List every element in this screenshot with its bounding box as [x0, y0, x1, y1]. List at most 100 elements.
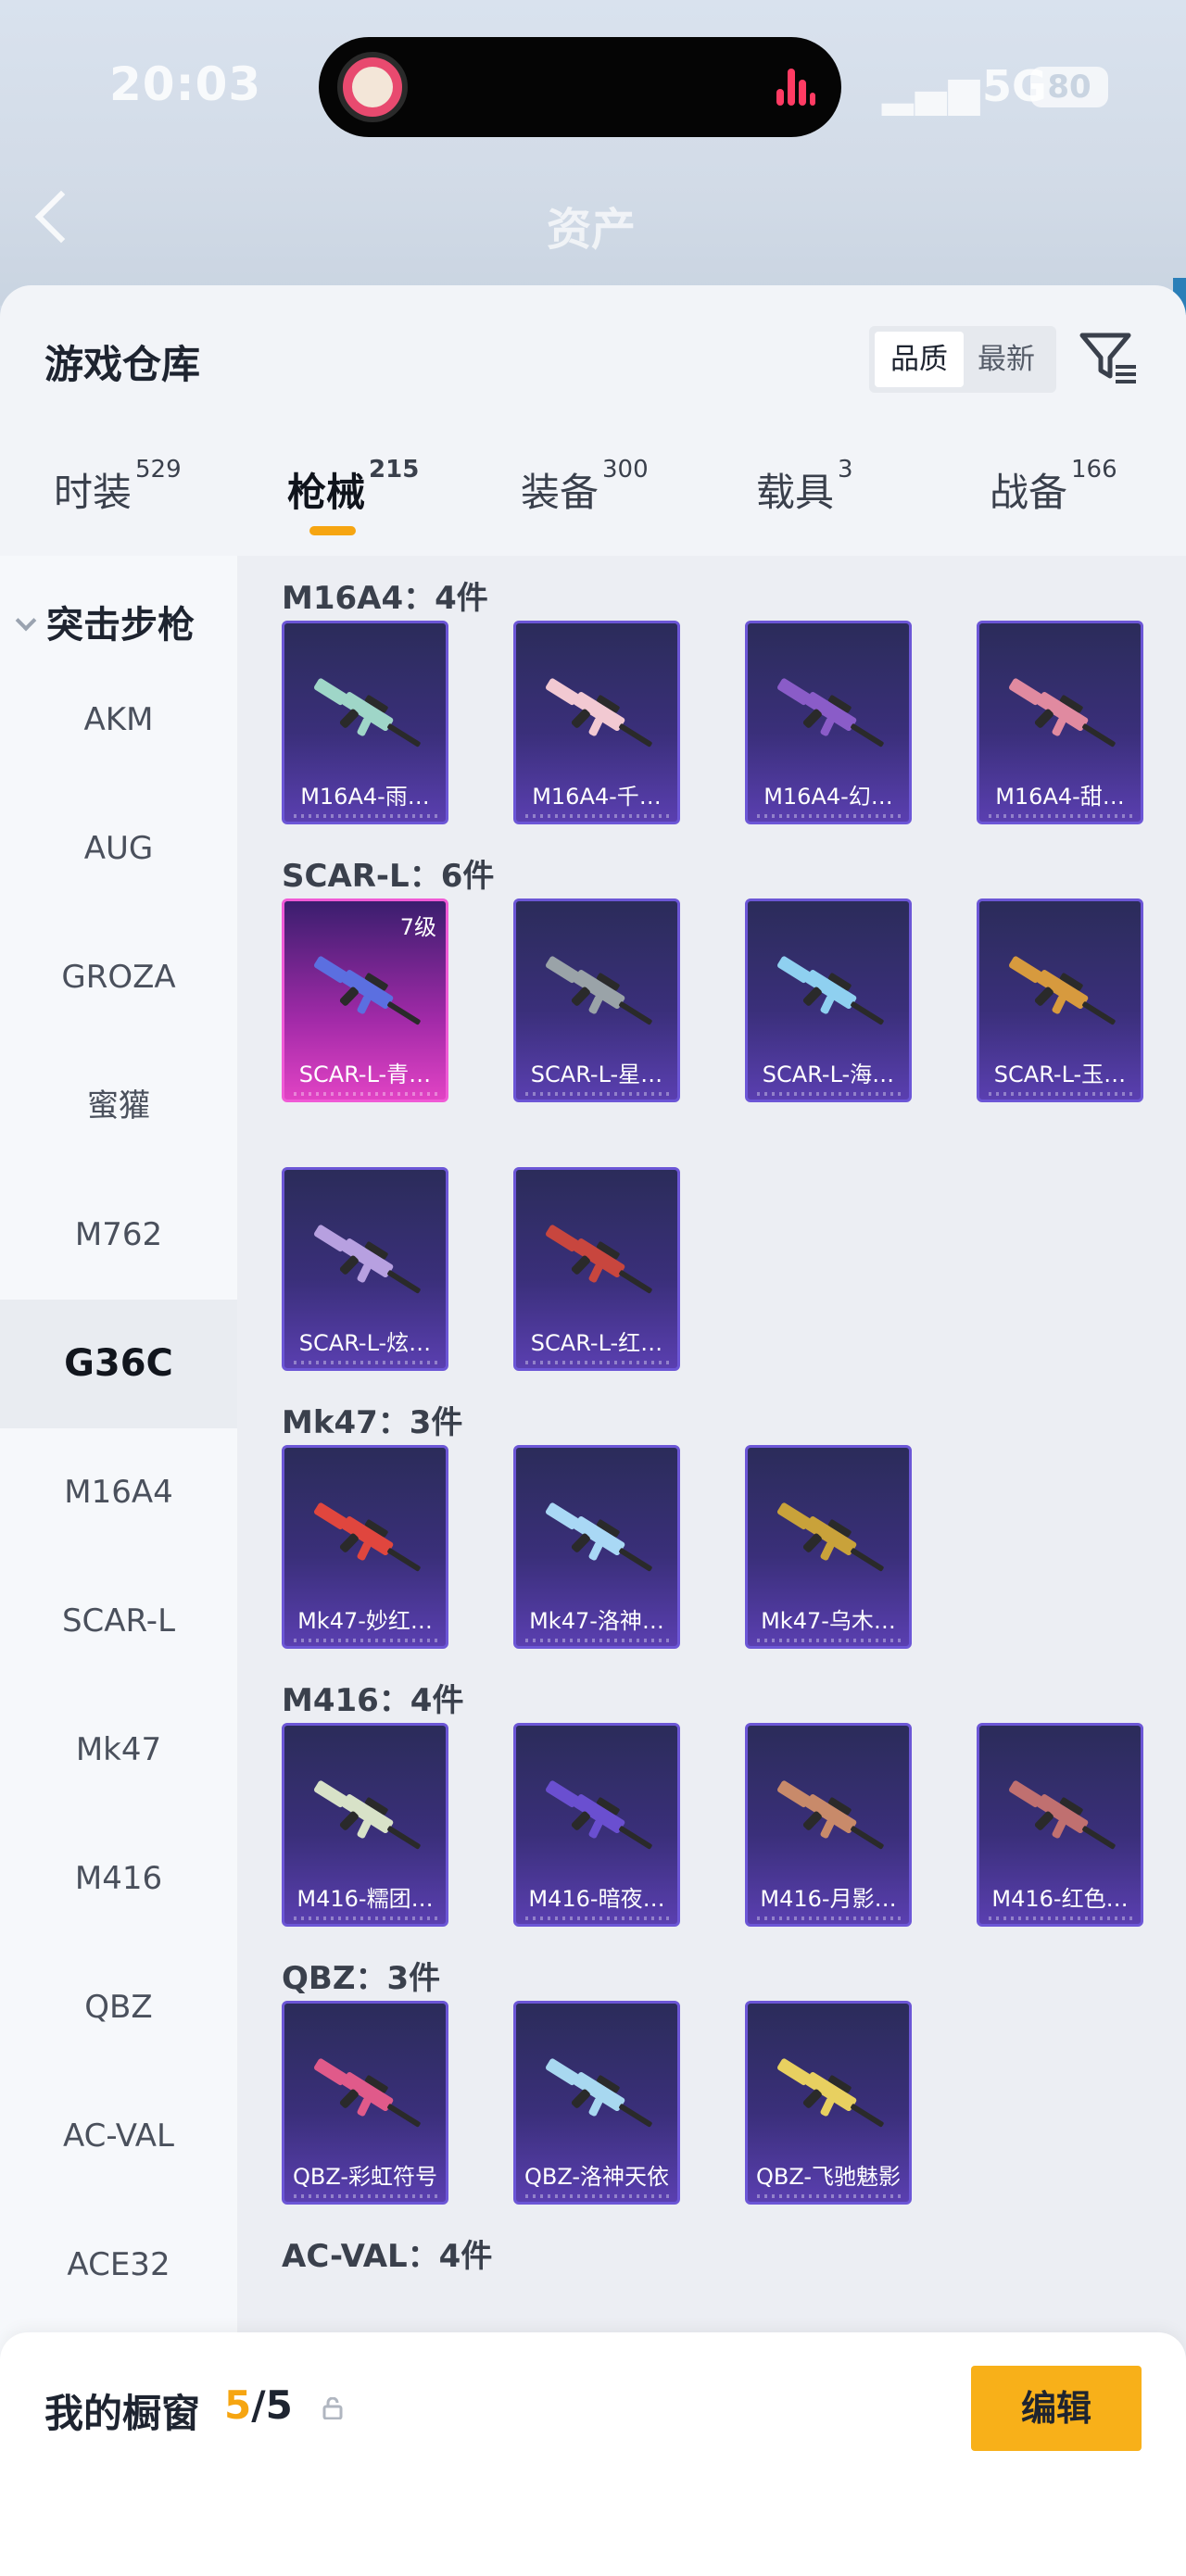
rifle-icon [776, 1502, 884, 1572]
weapon-skin-card[interactable]: SCAR-L-炫… [282, 1167, 448, 1371]
sidebar-item[interactable]: AUG [0, 785, 237, 913]
weapon-skin-card[interactable]: SCAR-L-海… [745, 898, 912, 1102]
sidebar-item[interactable]: SCAR-L [0, 1557, 237, 1686]
weapon-image [301, 938, 435, 1049]
sort-newest-option[interactable]: 最新 [962, 332, 1051, 387]
showcase-count: 5/5 [224, 2382, 293, 2428]
weapon-image [996, 660, 1129, 772]
sidebar-item[interactable]: M416 [0, 1815, 237, 1943]
showcase-total: /5 [251, 2382, 293, 2428]
tab-count: 215 [369, 456, 420, 484]
weapon-skin-name: M416-糯团… [296, 1886, 434, 1912]
audio-bars-icon [776, 69, 815, 106]
card-decoration [525, 2194, 674, 2198]
card-decoration [294, 814, 442, 818]
edit-showcase-button[interactable]: 编辑 [971, 2366, 1142, 2451]
weapon-skin-card[interactable]: SCAR-L-星… [513, 898, 680, 1102]
dynamic-island [319, 37, 841, 137]
weapon-image [301, 1763, 435, 1874]
showcase-label: 我的橱窗 [44, 2391, 201, 2436]
tab-count: 166 [1071, 456, 1117, 484]
weapon-skin-card[interactable]: QBZ-洛神天依 [513, 2001, 680, 2205]
rifle-icon [545, 678, 652, 748]
weapon-skin-card[interactable]: SCAR-L-玉… [977, 898, 1143, 1102]
rifle-icon [776, 678, 884, 748]
weapon-image [764, 2041, 898, 2152]
tab-count: 529 [135, 456, 182, 484]
card-decoration [525, 1639, 674, 1642]
weapon-skin-card[interactable]: M16A4-幻… [745, 621, 912, 824]
card-decoration [525, 1916, 674, 1920]
weapon-image [764, 938, 898, 1049]
sort-quality-option[interactable]: 品质 [875, 332, 964, 387]
tab-label: 枪械 [287, 470, 366, 515]
sidebar-item[interactable]: ACE32 [0, 2201, 237, 2330]
weapon-skin-card[interactable]: 7级 SCAR-L-青… [282, 898, 448, 1102]
card-decoration [757, 2194, 905, 2198]
weapon-skin-name: SCAR-L-红… [530, 1330, 663, 1356]
rifle-icon [313, 956, 421, 1025]
section-title: Mk47：3件 [282, 1404, 463, 1441]
section-title: M16A4：4件 [282, 580, 488, 617]
tab-label: 载具 [756, 470, 835, 515]
weapon-skin-card[interactable]: M416-红色… [977, 1723, 1143, 1927]
weapon-skin-card[interactable]: Mk47-妙红… [282, 1445, 448, 1649]
rifle-icon [776, 1780, 884, 1850]
weapon-skin-card[interactable]: QBZ-彩虹符号 [282, 2001, 448, 2205]
sidebar-item[interactable]: AKM [0, 656, 237, 785]
background-page-title: 资产 [547, 204, 637, 256]
card-decoration [757, 1092, 905, 1096]
filter-list-icon[interactable] [1079, 330, 1140, 387]
weapon-skin-name: M416-暗夜… [528, 1886, 665, 1912]
tab-vehicles[interactable]: 载具 3 [756, 456, 853, 518]
showcase-current: 5 [224, 2382, 252, 2428]
weapon-image [764, 1485, 898, 1596]
rifle-icon [776, 956, 884, 1025]
card-decoration [989, 814, 1137, 818]
sidebar-item[interactable]: QBZ [0, 1943, 237, 2072]
weapon-skin-card[interactable]: M416-糯团… [282, 1723, 448, 1927]
battery-level: 80 [1030, 67, 1108, 107]
sidebar-item[interactable]: Mk47 [0, 1686, 237, 1815]
card-decoration [294, 1916, 442, 1920]
weapon-skin-card[interactable]: M416-暗夜… [513, 1723, 680, 1927]
card-decoration [525, 1361, 674, 1364]
section-title: SCAR-L：6件 [282, 858, 495, 895]
weapon-image [301, 660, 435, 772]
weapon-skin-name: QBZ-彩虹符号 [292, 2164, 438, 2190]
sidebar-item[interactable]: G36C [0, 1300, 237, 1428]
sidebar-item[interactable]: M16A4 [0, 1428, 237, 1557]
sidebar-item[interactable]: AC-VAL [0, 2072, 237, 2201]
weapon-skin-name: M16A4-千… [532, 784, 662, 810]
weapon-skin-card[interactable]: QBZ-飞驰魅影 [745, 2001, 912, 2205]
weapon-skin-name: Mk47-洛神… [529, 1608, 664, 1634]
rifle-icon [545, 1225, 652, 1294]
tab-firearms[interactable]: 枪械 215 [287, 456, 419, 535]
card-decoration [294, 1361, 442, 1364]
weapon-image [533, 2041, 666, 2152]
weapon-skin-card[interactable]: Mk47-洛神… [513, 1445, 680, 1649]
weapon-skin-card[interactable]: M16A4-甜… [977, 621, 1143, 824]
weapon-skin-grid: M16A4：4件 M16A4-雨… M16A4-千… M16A4-幻… M16A4-甜…… [237, 556, 1186, 2408]
weapon-skin-card[interactable]: M16A4-千… [513, 621, 680, 824]
rifle-icon [313, 678, 421, 748]
weapon-skin-name: QBZ-飞驰魅影 [755, 2164, 902, 2190]
sidebar-item[interactable]: GROZA [0, 913, 237, 1042]
card-decoration [294, 1639, 442, 1642]
signal-icon: ▂▄▆ [882, 69, 982, 116]
sidebar-item[interactable]: 蜜獾 [0, 1042, 237, 1171]
sidebar-category-header[interactable]: 突击步枪 [15, 595, 195, 648]
tab-supplies[interactable]: 战备 166 [990, 456, 1117, 518]
weapon-skin-card[interactable]: M16A4-雨… [282, 621, 448, 824]
card-decoration [294, 2194, 442, 2198]
tab-equipment[interactable]: 装备 300 [521, 456, 649, 518]
weapon-skin-card[interactable]: M416-月影… [745, 1723, 912, 1927]
tab-fashion[interactable]: 时装 529 [54, 456, 182, 518]
sidebar-item[interactable]: M762 [0, 1171, 237, 1300]
weapon-image [533, 1763, 666, 1874]
sort-toggle[interactable]: 品质 最新 [869, 326, 1056, 393]
warehouse-sheet: 游戏仓库 品质 最新 时装 529 枪械 215 装备 300 载具 3 战备 166 突… [0, 285, 1186, 2576]
weapon-skin-card[interactable]: Mk47-乌木… [745, 1445, 912, 1649]
weapon-skin-name: M416-月影… [760, 1886, 897, 1912]
weapon-skin-card[interactable]: SCAR-L-红… [513, 1167, 680, 1371]
